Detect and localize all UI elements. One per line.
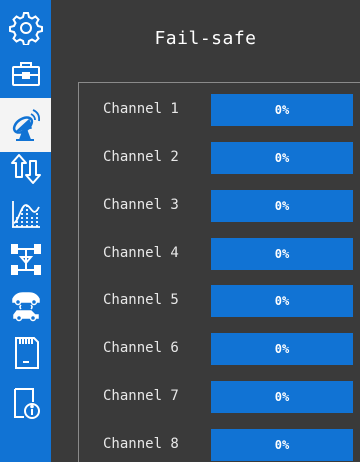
- channel-label: Channel 1: [103, 101, 179, 117]
- channel-value-text: 0%: [274, 390, 290, 404]
- settings-gear-icon: [8, 12, 43, 45]
- satellite-dish-icon: [12, 109, 40, 141]
- sidebar-item-vehicle[interactable]: [0, 278, 51, 332]
- channel-row: Channel 8 0%: [79, 429, 360, 461]
- sidebar: [0, 0, 51, 462]
- channel-value-text: 0%: [274, 151, 290, 165]
- channel-value-bar[interactable]: 0%: [211, 94, 353, 126]
- channel-value-text: 0%: [274, 103, 290, 117]
- chassis-icon: [10, 244, 41, 275]
- sidebar-item-info[interactable]: [0, 376, 51, 430]
- curve-chart-icon: [11, 201, 40, 228]
- reverse-arrows-icon: [10, 154, 41, 184]
- channel-row: Channel 1 0%: [79, 94, 360, 126]
- channel-label: Channel 6: [103, 340, 179, 356]
- channel-label: Channel 7: [103, 388, 179, 404]
- toolbox-icon: [11, 62, 40, 86]
- channel-value-text: 0%: [274, 199, 290, 213]
- channel-label: Channel 5: [103, 292, 179, 308]
- channel-value-bar[interactable]: 0%: [211, 238, 353, 270]
- channel-row: Channel 7 0%: [79, 381, 360, 413]
- channel-row: Channel 6 0%: [79, 333, 360, 365]
- sd-card-icon: [14, 337, 39, 369]
- vehicle-mix-icon: [11, 292, 40, 322]
- main-content: Fail-safe Channel 1 0% Channel 2 0% Chan…: [51, 0, 360, 462]
- channel-value-bar[interactable]: 0%: [211, 333, 353, 365]
- channel-value-text: 0%: [274, 438, 290, 452]
- channel-value-bar[interactable]: 0%: [211, 381, 353, 413]
- page-title: Fail-safe: [154, 28, 257, 49]
- sidebar-item-toolbox[interactable]: [0, 46, 51, 100]
- channel-value-text: 0%: [274, 294, 290, 308]
- channel-value-bar[interactable]: 0%: [211, 285, 353, 317]
- channel-label: Channel 4: [103, 245, 179, 261]
- channel-row: Channel 5 0%: [79, 285, 360, 317]
- channel-row: Channel 2 0%: [79, 142, 360, 174]
- sidebar-item-storage[interactable]: [0, 326, 51, 380]
- channel-label: Channel 2: [103, 149, 179, 165]
- channel-value-bar[interactable]: 0%: [211, 190, 353, 222]
- channel-label: Channel 8: [103, 436, 179, 452]
- channel-value-text: 0%: [274, 247, 290, 261]
- channel-value-bar[interactable]: 0%: [211, 142, 353, 174]
- info-document-icon: [13, 388, 40, 419]
- channel-row: Channel 3 0%: [79, 190, 360, 222]
- channel-value-text: 0%: [274, 342, 290, 356]
- channel-panel: Channel 1 0% Channel 2 0% Channel 3 0% C…: [78, 82, 360, 462]
- channel-value-bar[interactable]: 0%: [211, 429, 353, 461]
- channel-label: Channel 3: [103, 197, 179, 213]
- channel-row: Channel 4 0%: [79, 238, 360, 270]
